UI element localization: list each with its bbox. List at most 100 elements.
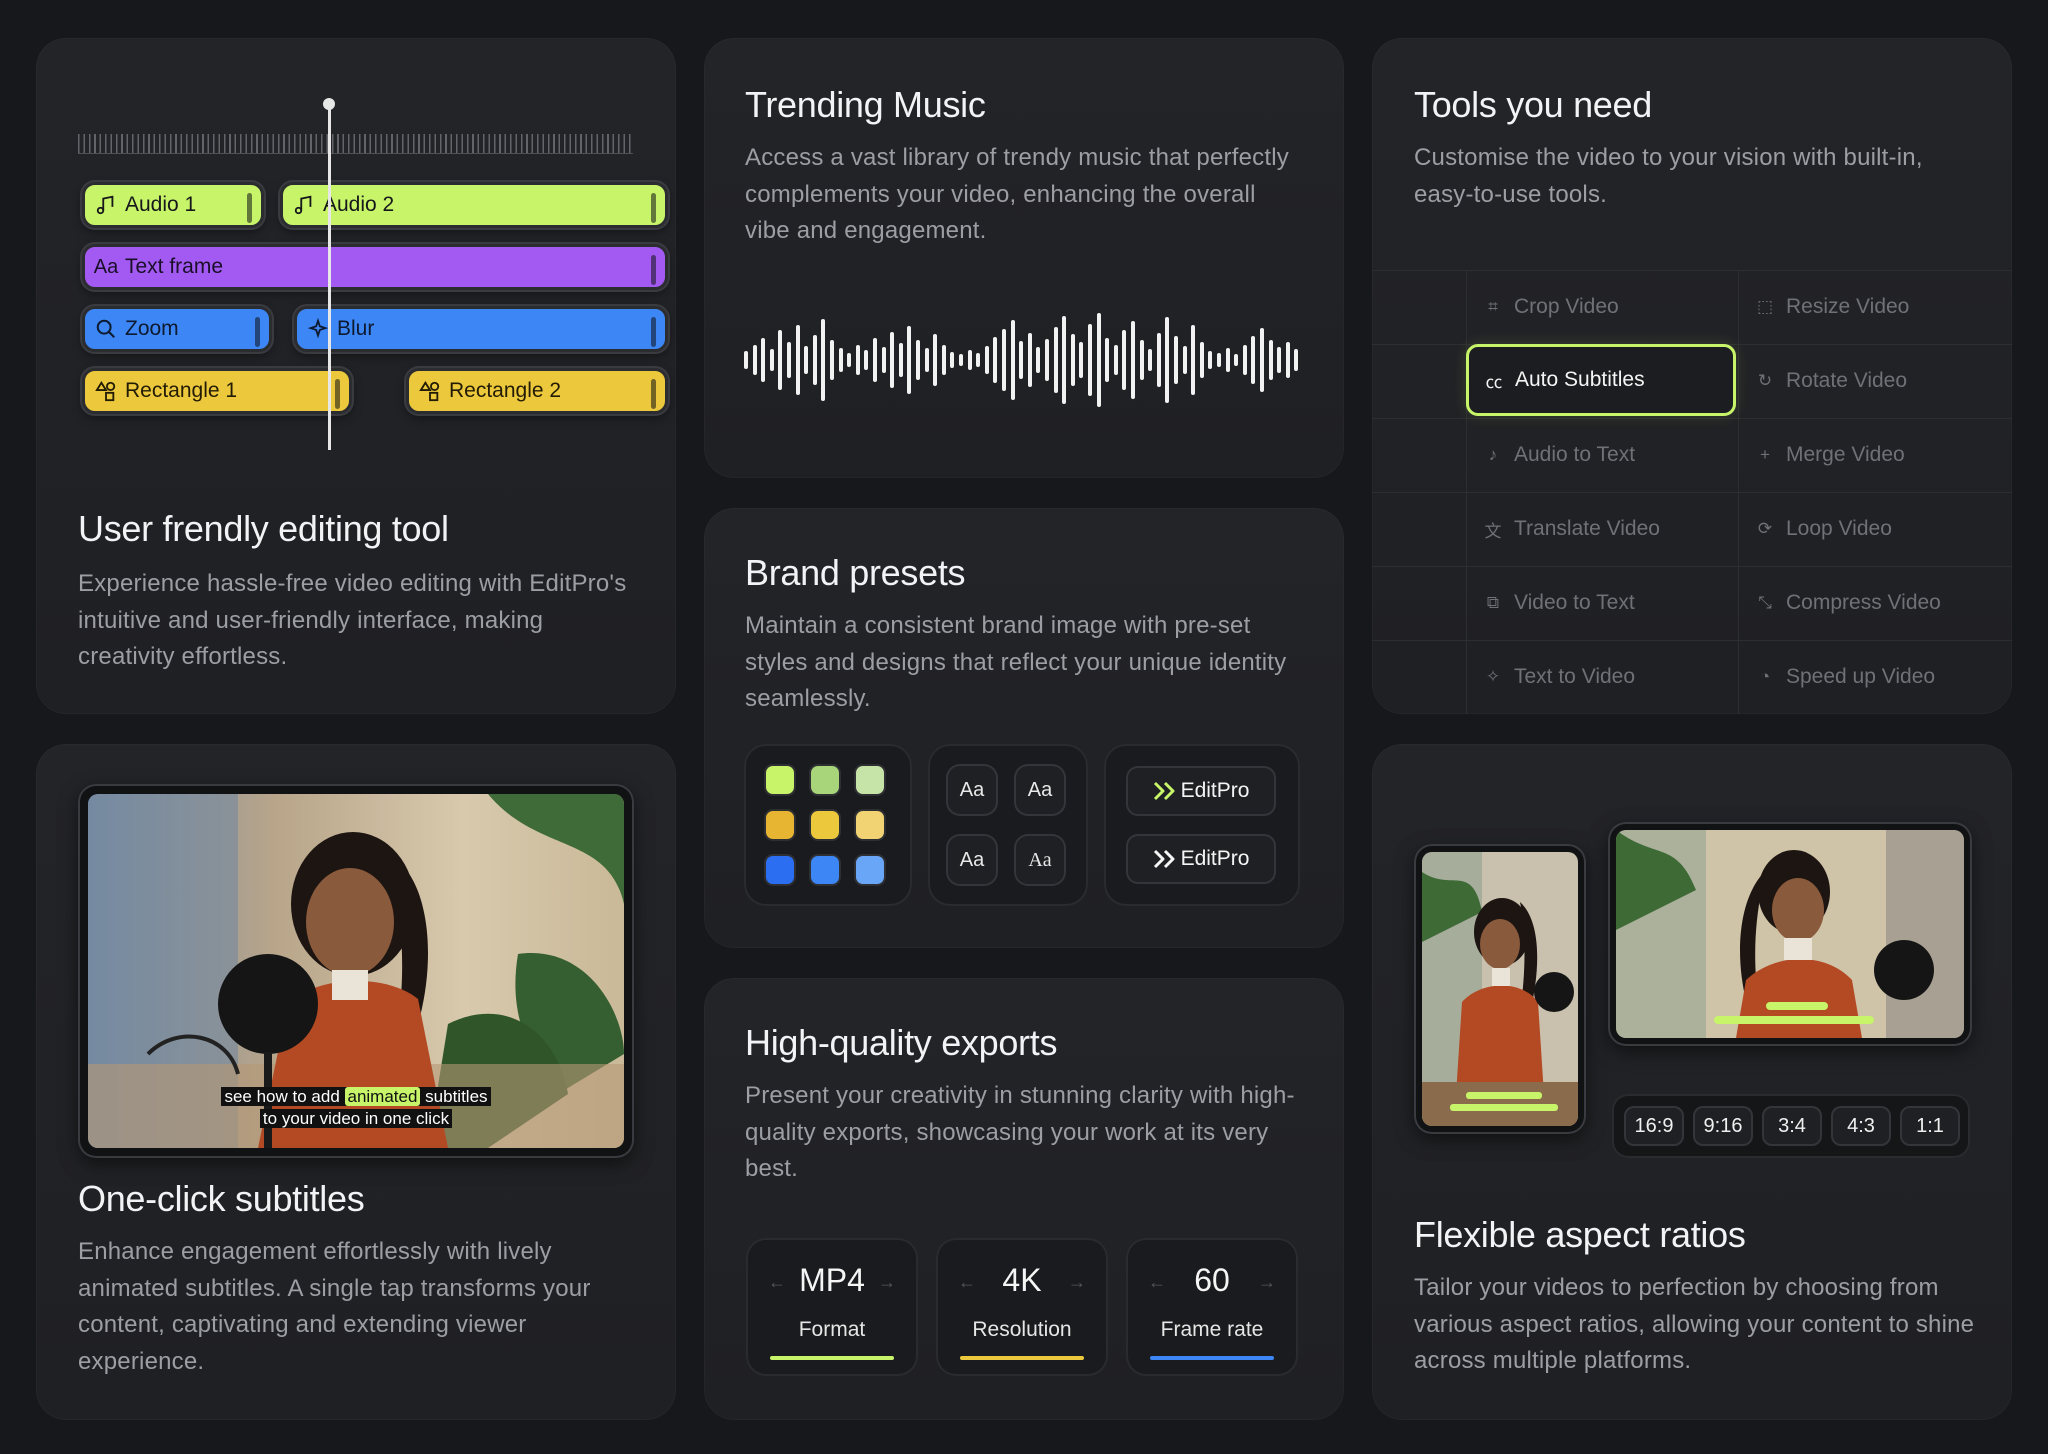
caption-highlight: animated (344, 1087, 421, 1106)
font-preset[interactable]: Aa Aa Aa Aa (928, 744, 1088, 906)
tool-video-to-text[interactable]: ⧉ Video to Text (1482, 566, 1732, 640)
waveform-bar (950, 352, 955, 368)
export-indicator (1150, 1356, 1274, 1360)
card-title: Trending Music (745, 84, 986, 125)
waveform-bar (1045, 339, 1049, 381)
arrow-right-icon[interactable]: → (878, 1272, 896, 1293)
waveform-bar (924, 348, 929, 372)
track-rectangle-2[interactable]: Rectangle 2 (406, 368, 668, 414)
waveform-bar (1070, 334, 1075, 386)
track-label: Rectangle 1 (125, 379, 238, 402)
tool-auto-subtitles[interactable]: ㏄ Auto Subtitles (1466, 344, 1736, 416)
color-swatch[interactable] (766, 811, 794, 839)
waveform-bar (1010, 320, 1015, 400)
waveform-bar (1139, 340, 1144, 380)
playhead-line[interactable] (328, 104, 331, 450)
track-label: Blur (337, 317, 375, 340)
track-audio-2[interactable]: Audio 2 (280, 182, 668, 228)
grid-divider (1738, 270, 1739, 714)
color-swatch[interactable] (811, 856, 839, 884)
track-rectangle-1[interactable]: Rectangle 1 (82, 368, 352, 414)
font-sample-sans-alt[interactable]: Aa (1014, 764, 1066, 816)
aspect-ratio-option[interactable]: 16:9 (1624, 1106, 1684, 1146)
font-sample-sans[interactable]: Aa (946, 764, 998, 816)
card-description: Maintain a consistent brand image with p… (745, 612, 1287, 712)
waveform-bar (1131, 321, 1135, 399)
tool-text-to-video[interactable]: ✧ Text to Video (1482, 640, 1732, 714)
card-title: High-quality exports (745, 1022, 1058, 1063)
export-label: Frame rate (1160, 1318, 1264, 1341)
waveform-bar (812, 335, 817, 385)
track-text-frame[interactable]: Aa Text frame (82, 244, 668, 290)
waveform-bar (967, 350, 972, 370)
tool-translate-video[interactable]: 文 Translate Video (1482, 492, 1732, 566)
track-zoom[interactable]: Zoom (82, 306, 272, 352)
tool-merge-video[interactable]: + Merge Video (1754, 418, 2004, 492)
color-swatch[interactable] (811, 811, 839, 839)
waveform-bar (1156, 333, 1161, 387)
waveform-bar (1268, 340, 1273, 380)
track-audio-1[interactable]: Audio 1 (82, 182, 264, 228)
aspect-ratio-option[interactable]: 9:16 (1693, 1106, 1753, 1146)
track-blur[interactable]: Blur (294, 306, 668, 352)
text-icon: Aa (93, 255, 119, 278)
font-sample-mono[interactable]: Aa (946, 834, 998, 886)
tool-crop-video[interactable]: ⌗ Crop Video (1482, 270, 1732, 344)
logo-text: EditPro (1180, 779, 1250, 802)
tool-resize-video[interactable]: ⬚ Resize Video (1754, 270, 2004, 344)
color-swatch[interactable] (766, 856, 794, 884)
color-palette-preset[interactable] (744, 744, 912, 906)
waveform-bar (1251, 336, 1256, 384)
caption-line-2: to your video in one click (259, 1109, 453, 1128)
logo-variant-white[interactable]: EditPro (1126, 834, 1276, 884)
aspect-ratio-card: 16:9 9:16 3:4 4:3 1:1 Flexible aspect ratios… (1372, 744, 2012, 1420)
aspect-ratio-option[interactable]: 4:3 (1831, 1106, 1891, 1146)
track-resize-handle[interactable] (651, 255, 656, 285)
color-swatch[interactable] (856, 811, 884, 839)
music-note-icon: ♪ (1488, 445, 1498, 464)
waveform-bar (1122, 330, 1127, 390)
waveform-bar (1225, 348, 1230, 372)
subtitles-card: see how to add animated subtitles to you… (36, 744, 676, 1420)
waveform-bar (769, 349, 774, 371)
color-swatch[interactable] (811, 766, 839, 794)
aspect-ratio-option[interactable]: 3:4 (1762, 1106, 1822, 1146)
playhead-handle[interactable] (323, 98, 335, 110)
arrow-right-icon[interactable]: → (1068, 1272, 1086, 1293)
resize-icon: ⬚ (1756, 297, 1774, 316)
landscape-preview (1608, 822, 1972, 1046)
color-swatch[interactable] (856, 856, 884, 884)
waveform-bar (830, 340, 834, 380)
track-resize-handle[interactable] (651, 317, 656, 347)
export-setting-frame-rate: ← 60 → Frame rate (1126, 1238, 1298, 1376)
track-resize-handle[interactable] (247, 193, 252, 223)
track-resize-handle[interactable] (651, 379, 656, 409)
animated-subtitle: see how to add animated subtitles to you… (78, 1086, 634, 1130)
tool-loop-video[interactable]: ⟳ Loop Video (1754, 492, 2004, 566)
tool-compress-video[interactable]: ⤡ Compress Video (1754, 566, 2004, 640)
color-swatch[interactable] (766, 766, 794, 794)
waveform-bar (1294, 349, 1299, 371)
tool-label: Compress Video (1786, 591, 1941, 614)
logo-variant-color[interactable]: EditPro (1126, 766, 1276, 816)
logo-preset[interactable]: EditPro EditPro (1104, 744, 1300, 906)
tool-speed-up-video[interactable]: ◔ Speed up Video (1754, 640, 2004, 714)
search-icon (93, 316, 119, 342)
waveform-bar (1234, 354, 1239, 366)
track-resize-handle[interactable] (651, 193, 656, 223)
tool-label: Speed up Video (1786, 665, 1936, 688)
font-sample-serif[interactable]: Aa (1014, 834, 1066, 886)
waveform-bar (1088, 324, 1092, 396)
waveform-bar (804, 346, 809, 374)
track-resize-handle[interactable] (255, 317, 260, 347)
color-swatch[interactable] (856, 766, 884, 794)
caption-text: see how to add (224, 1087, 345, 1106)
aspect-ratio-option[interactable]: 1:1 (1900, 1106, 1960, 1146)
tool-audio-to-text[interactable]: ♪ Audio to Text (1482, 418, 1732, 492)
grid-divider (1466, 270, 1467, 714)
track-label: Text frame (125, 255, 224, 278)
track-resize-handle[interactable] (335, 379, 340, 409)
waveform-bar (1242, 345, 1247, 375)
arrow-right-icon[interactable]: → (1258, 1272, 1276, 1293)
tool-rotate-video[interactable]: ↻ Rotate Video (1754, 344, 2004, 418)
